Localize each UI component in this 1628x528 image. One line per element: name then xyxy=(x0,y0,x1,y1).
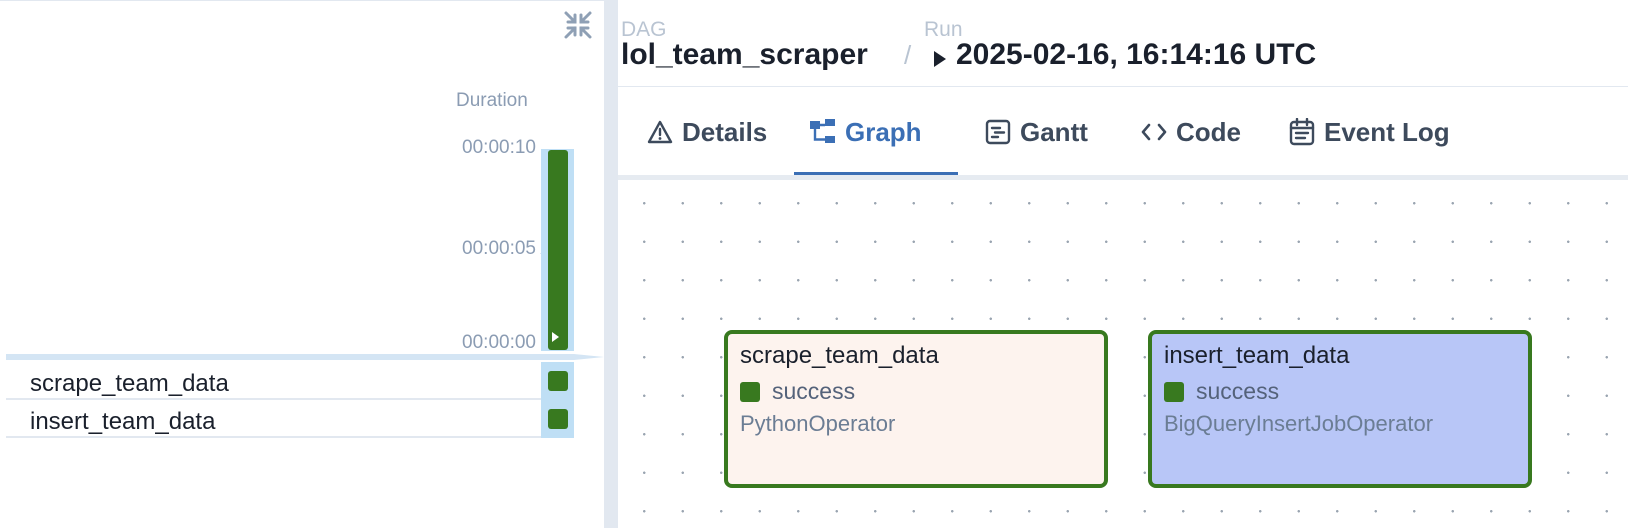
airflow-dag-run-view: Duration 00:00:10 00:00:05 00:00:00 scra… xyxy=(0,0,1628,528)
graph-canvas[interactable]: scrape_team_data success PythonOperator … xyxy=(618,180,1628,528)
tab-label: Code xyxy=(1176,116,1241,147)
node-operator: BigQueryInsertJobOperator xyxy=(1164,411,1434,436)
tab-bar: Details Graph Gantt Code Event Log xyxy=(618,87,1628,177)
tab-label: Graph xyxy=(845,116,922,147)
status-square-icon xyxy=(740,381,760,402)
duration-tick-max: 00:00:10 xyxy=(462,137,536,158)
panel-resize-handle[interactable] xyxy=(604,0,618,528)
breadcrumb-dag-name[interactable]: lol_team_scraper xyxy=(621,38,868,72)
duration-tick-zero: 00:00:00 xyxy=(462,332,536,353)
code-icon xyxy=(1140,118,1168,146)
tab-label: Event Log xyxy=(1324,116,1450,147)
task-name: insert_team_data xyxy=(30,408,216,435)
node-task-id: scrape_team_data xyxy=(740,342,939,369)
tab-code[interactable]: Code xyxy=(1140,87,1241,177)
node-operator: PythonOperator xyxy=(740,411,896,436)
node-state-label: success xyxy=(1196,378,1280,404)
breadcrumb-run-value[interactable]: 2025-02-16, 16:14:16 UTC xyxy=(956,38,1316,72)
collapse-icon xyxy=(564,11,592,39)
duration-axis-label: Duration xyxy=(456,90,528,111)
calendar-log-icon xyxy=(1288,118,1316,146)
details-panel: DAG lol_team_scraper / Run 2025-02-16, 1… xyxy=(618,0,1628,528)
manual-run-icon xyxy=(934,51,946,67)
task-status-square xyxy=(548,371,568,391)
task-row-insert-team-data[interactable]: insert_team_data xyxy=(6,400,574,438)
tab-event-log[interactable]: Event Log xyxy=(1288,87,1450,177)
grid-separator xyxy=(6,354,574,360)
run-duration-bar[interactable] xyxy=(548,150,568,350)
node-task-id: insert_team_data xyxy=(1164,342,1350,369)
task-row-scrape-team-data[interactable]: scrape_team_data xyxy=(6,362,574,400)
duration-tick-mid: 00:00:05 xyxy=(462,238,536,259)
graph-node-scrape-team-data[interactable]: scrape_team_data success PythonOperator xyxy=(724,330,1108,488)
warning-triangle-icon xyxy=(646,118,674,146)
graph-node-insert-team-data[interactable]: insert_team_data success BigQueryInsertJ… xyxy=(1148,330,1532,488)
tab-gantt[interactable]: Gantt xyxy=(984,87,1088,177)
node-state-label: success xyxy=(772,378,856,404)
graph-icon xyxy=(809,118,837,146)
grid-panel: Duration 00:00:10 00:00:05 00:00:00 scra… xyxy=(0,0,604,528)
manual-run-icon xyxy=(552,332,559,342)
node-state: success xyxy=(1164,378,1279,405)
tab-graph[interactable]: Graph xyxy=(809,87,922,177)
tab-details[interactable]: Details xyxy=(646,87,767,177)
task-name: scrape_team_data xyxy=(30,370,229,397)
task-instance-cell[interactable] xyxy=(541,362,574,400)
task-instance-cell[interactable] xyxy=(541,400,574,438)
node-state: success xyxy=(740,378,855,405)
status-square-icon xyxy=(1164,381,1184,402)
tab-label: Details xyxy=(682,116,768,147)
breadcrumb-separator: / xyxy=(904,40,912,70)
collapse-grid-button[interactable] xyxy=(560,7,596,43)
tab-label: Gantt xyxy=(1020,116,1088,147)
gantt-icon xyxy=(984,118,1012,146)
grid-separator-pointer xyxy=(574,354,604,360)
task-status-square xyxy=(548,409,568,429)
